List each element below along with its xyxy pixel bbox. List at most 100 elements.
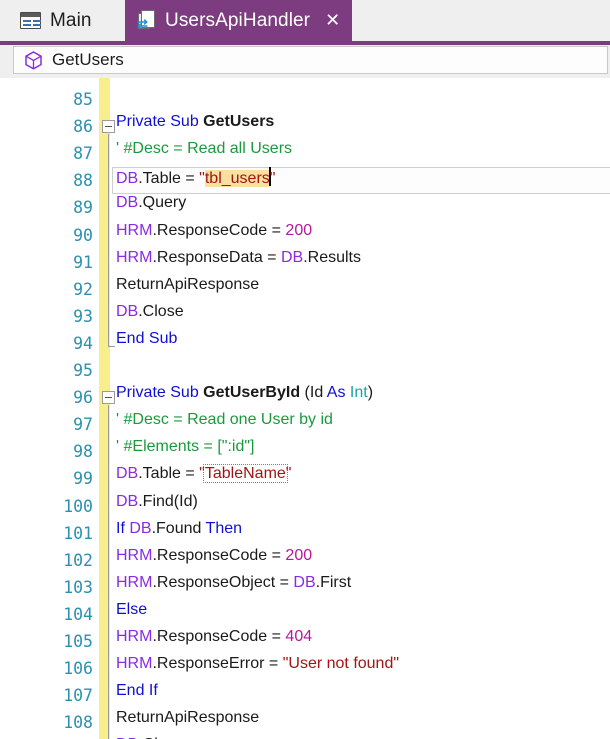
code-line[interactable]: ' #Desc = Read one User by id xyxy=(110,411,333,438)
code-line[interactable]: DB.Find(Id) xyxy=(110,493,198,520)
code-token: .ResponseError xyxy=(152,655,265,673)
code-line[interactable]: HRM.ResponseError = "User not found" xyxy=(110,655,399,682)
line-number: 98 xyxy=(73,442,93,462)
collapse-region-toggle[interactable] xyxy=(102,391,115,405)
code-token: .ResponseCode xyxy=(152,221,268,239)
code-token: = xyxy=(267,221,286,239)
code-line[interactable]: ReturnApiResponse xyxy=(110,709,259,736)
line-number: 89 xyxy=(73,198,93,218)
line-number: 99 xyxy=(73,469,93,489)
code-token: .Table xyxy=(138,170,181,188)
line-number: 85 xyxy=(73,90,93,109)
code-token: ReturnApiResponse xyxy=(116,709,260,727)
code-token: = xyxy=(267,628,286,645)
code-token: = xyxy=(262,248,281,266)
code-token: Sub xyxy=(148,329,178,347)
code-line[interactable]: ReturnApiResponse xyxy=(110,276,259,303)
code-token: = xyxy=(180,170,200,188)
edited-token[interactable]: tbl_users xyxy=(204,170,270,188)
code-line[interactable] xyxy=(110,357,116,384)
code-token: .Table xyxy=(138,465,181,483)
code-token: DB xyxy=(116,194,139,212)
code-line[interactable]: End Sub xyxy=(110,330,177,357)
line-number: 105 xyxy=(63,632,93,651)
code-line[interactable]: DB.Close xyxy=(110,303,184,330)
code-line[interactable]: HRM.ResponseCode = 200 xyxy=(110,222,312,249)
close-icon[interactable]: ✕ xyxy=(325,10,340,31)
code-token: ) xyxy=(367,384,374,402)
code-line[interactable]: DB.Table = "tbl_users" xyxy=(110,167,275,194)
line-number: 97 xyxy=(73,415,93,435)
code-content-area[interactable]: Private Sub GetUsers ' #Desc = Read all … xyxy=(102,78,610,739)
code-token: DB xyxy=(129,519,152,537)
tab-usersapihandler[interactable]: ⇄ UsersApiHandler ✕ xyxy=(125,0,353,41)
line-number: 88 xyxy=(73,171,93,191)
code-token: .Query xyxy=(138,194,187,212)
code-line[interactable]: Else xyxy=(110,601,147,628)
code-line[interactable]: If DB.Found Then xyxy=(110,520,242,547)
code-token: HRM xyxy=(116,221,153,239)
breadcrumb[interactable]: GetUsers xyxy=(13,46,608,74)
line-number: 91 xyxy=(73,252,93,272)
code-token: End xyxy=(116,329,145,347)
tab-main-label: Main xyxy=(50,10,92,31)
code-token: DB xyxy=(116,302,139,320)
code-line[interactable]: ' #Elements = [":id"] xyxy=(110,438,254,465)
code-token: .ResponseData xyxy=(152,248,263,266)
code-token: .First xyxy=(315,573,352,591)
code-line[interactable]: ' #Desc = Read all Users xyxy=(110,140,292,167)
line-number: 102 xyxy=(63,550,93,570)
line-number: 107 xyxy=(63,686,93,706)
line-number: 96 xyxy=(73,388,93,408)
code-token: " xyxy=(285,465,292,483)
code-token: .Close xyxy=(138,302,184,320)
code-token: Private xyxy=(116,113,166,131)
code-token: " xyxy=(269,170,276,188)
code-token: .ResponseObject xyxy=(152,573,276,591)
code-line[interactable]: HRM.ResponseData = DB.Results xyxy=(110,249,361,276)
code-token: ' #Elements = [":id"] xyxy=(116,438,255,456)
code-line[interactable]: HRM.ResponseObject = DB.First xyxy=(110,574,351,601)
code-token: = xyxy=(264,655,283,673)
line-number: 106 xyxy=(63,659,93,679)
tab-main[interactable]: Main xyxy=(8,0,104,41)
code-token: = xyxy=(180,465,200,483)
line-number: 101 xyxy=(63,523,93,543)
code-line[interactable] xyxy=(110,86,116,113)
code-line[interactable]: DB.Table = "TableName" xyxy=(110,464,292,492)
code-token: Private xyxy=(116,384,166,402)
code-token: HRM xyxy=(116,546,153,564)
code-line[interactable]: DB.Query xyxy=(110,194,186,221)
code-line[interactable]: End If xyxy=(110,682,158,709)
code-token: ' #Desc = Read all Users xyxy=(116,140,293,158)
code-line[interactable]: HRM.ResponseCode = 404 xyxy=(110,628,312,655)
code-token: Else xyxy=(116,600,148,618)
code-token: Sub xyxy=(170,384,199,402)
code-document-icon: ⇄ xyxy=(137,10,156,31)
code-token: .ResponseCode xyxy=(152,546,268,564)
code-line[interactable]: HRM.ResponseCode = 200 xyxy=(110,547,312,574)
editor-window: Main ⇄ UsersApiHandler ✕ GetUsers 85 86 87 xyxy=(0,0,610,739)
code-token: DB xyxy=(116,492,139,510)
code-token: DB xyxy=(293,573,316,591)
code-token: HRM xyxy=(116,628,153,645)
breadcrumb-label: GetUsers xyxy=(52,50,124,69)
code-token: 200 xyxy=(285,221,313,239)
line-number: 95 xyxy=(73,361,93,380)
collapse-region-toggle[interactable] xyxy=(102,120,115,134)
code-token: End xyxy=(116,682,145,700)
code-token: = xyxy=(275,573,294,591)
code-editor[interactable]: 85 86 87 88 89 90 91 92 93 94 95 96 97 98 99 100 101 102 1… xyxy=(0,78,610,739)
snippet-placeholder[interactable]: TableName xyxy=(202,464,288,484)
code-token: .Results xyxy=(303,248,361,266)
scope-guide-line xyxy=(108,134,109,347)
line-number: 93 xyxy=(73,306,93,326)
code-line[interactable]: Private Sub GetUsers xyxy=(110,113,274,140)
code-token: "User not found" xyxy=(282,655,400,673)
code-token: (Id xyxy=(300,384,327,402)
line-number-gutter: 85 86 87 88 89 90 91 92 93 94 95 96 97 98 99 100 101 102 1… xyxy=(0,78,99,739)
code-token: ReturnApiResponse xyxy=(116,275,260,293)
line-number: 108 xyxy=(63,713,93,733)
code-token: HRM xyxy=(116,248,153,266)
code-line[interactable]: Private Sub GetUserById (Id As Int) xyxy=(110,384,373,411)
